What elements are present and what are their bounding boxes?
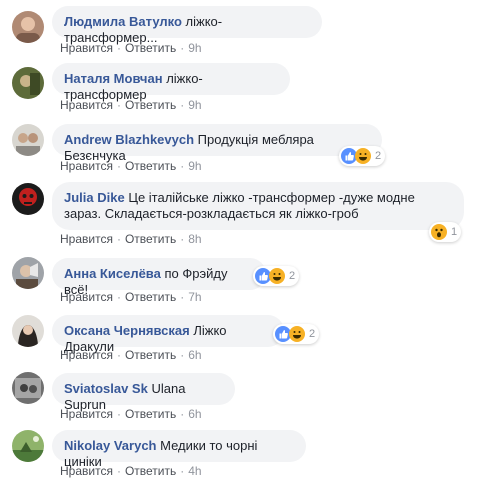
comment-time[interactable]: 9h [188, 98, 201, 112]
comment-actions: Нравится · Ответить · 9h [60, 98, 202, 112]
reactions-badge[interactable]: 2 [273, 324, 320, 344]
like-link[interactable]: Нравится [60, 464, 113, 478]
reaction-count: 2 [375, 150, 382, 162]
comment-actions: Нравится · Ответить · 8h [60, 232, 202, 246]
reply-link[interactable]: Ответить [125, 290, 176, 304]
comment-actions: Нравится · Ответить · 6h [60, 407, 202, 421]
like-link[interactable]: Нравится [60, 348, 113, 362]
comment-time[interactable]: 8h [188, 232, 201, 246]
reply-link[interactable]: Ответить [125, 159, 176, 173]
comment-author[interactable]: Julia Dike [64, 190, 125, 205]
comment-bubble: Julia Dike Це італійське ліжко -трансфор… [52, 182, 464, 230]
reaction-count: 1 [451, 226, 458, 238]
avatar[interactable] [12, 372, 44, 404]
reply-link[interactable]: Ответить [125, 41, 176, 55]
comment-time[interactable]: 9h [188, 159, 201, 173]
comment-time[interactable]: 6h [188, 348, 201, 362]
comment-bubble: Наталя Мовчан ліжко-трансформер [52, 63, 290, 102]
haha-reaction-icon [355, 148, 371, 164]
like-link[interactable]: Нравится [60, 290, 113, 304]
comment-bubble: Людмила Ватулко ліжко-трансформер... [52, 6, 322, 45]
comment-bubble: Sviatoslav Sk Ulana Suprun [52, 373, 235, 412]
reply-link[interactable]: Ответить [125, 464, 176, 478]
reactions-badge[interactable]: 1 [429, 222, 462, 242]
reply-link[interactable]: Ответить [125, 98, 176, 112]
comment-time[interactable]: 7h [188, 290, 201, 304]
avatar[interactable] [12, 11, 44, 43]
comment-actions: Нравится · Ответить · 9h [60, 41, 202, 55]
reply-link[interactable]: Ответить [125, 407, 176, 421]
avatar[interactable] [12, 67, 44, 99]
comment-time[interactable]: 6h [188, 407, 201, 421]
like-link[interactable]: Нравится [60, 232, 113, 246]
reaction-count: 2 [309, 328, 316, 340]
like-link[interactable]: Нравится [60, 41, 113, 55]
comment-bubble: Оксана Чернявская Ліжко Дракули [52, 315, 284, 354]
comment-time[interactable]: 4h [188, 464, 201, 478]
wow-reaction-icon [431, 224, 447, 240]
comment-actions: Нравится · Ответить · 9h [60, 159, 202, 173]
comment-author[interactable]: Sviatoslav Sk [64, 381, 148, 396]
reactions-badge[interactable]: 2 [339, 146, 386, 166]
comment-author[interactable]: Оксана Чернявская [64, 323, 190, 338]
comment-actions: Нравится · Ответить · 4h [60, 464, 202, 478]
like-link[interactable]: Нравится [60, 407, 113, 421]
avatar[interactable] [12, 315, 44, 347]
avatar[interactable] [12, 430, 44, 462]
comment-bubble: Анна Киселёва по Фрэйду всё! [52, 258, 266, 297]
haha-reaction-icon [269, 268, 285, 284]
reaction-count: 2 [289, 270, 296, 282]
comment-actions: Нравится · Ответить · 7h [60, 290, 202, 304]
comment-author[interactable]: Наталя Мовчан [64, 71, 163, 86]
comment-time[interactable]: 9h [188, 41, 201, 55]
comment-author[interactable]: Людмила Ватулко [64, 14, 182, 29]
comment-actions: Нравится · Ответить · 6h [60, 348, 202, 362]
comment-bubble: Andrew Blazhkevych Продукція мебляра Без… [52, 124, 382, 163]
reply-link[interactable]: Ответить [125, 232, 176, 246]
haha-reaction-icon [289, 326, 305, 342]
comment-author[interactable]: Andrew Blazhkevych [64, 132, 194, 147]
avatar[interactable] [12, 257, 44, 289]
comment-bubble: Nikolay Varych Медики то чорні циніки [52, 430, 306, 469]
avatar[interactable] [12, 183, 44, 215]
like-link[interactable]: Нравится [60, 159, 113, 173]
comment-author[interactable]: Анна Киселёва [64, 266, 161, 281]
comment-author[interactable]: Nikolay Varych [64, 438, 157, 453]
like-link[interactable]: Нравится [60, 98, 113, 112]
reactions-badge[interactable]: 2 [253, 266, 300, 286]
avatar[interactable] [12, 124, 44, 156]
reply-link[interactable]: Ответить [125, 348, 176, 362]
